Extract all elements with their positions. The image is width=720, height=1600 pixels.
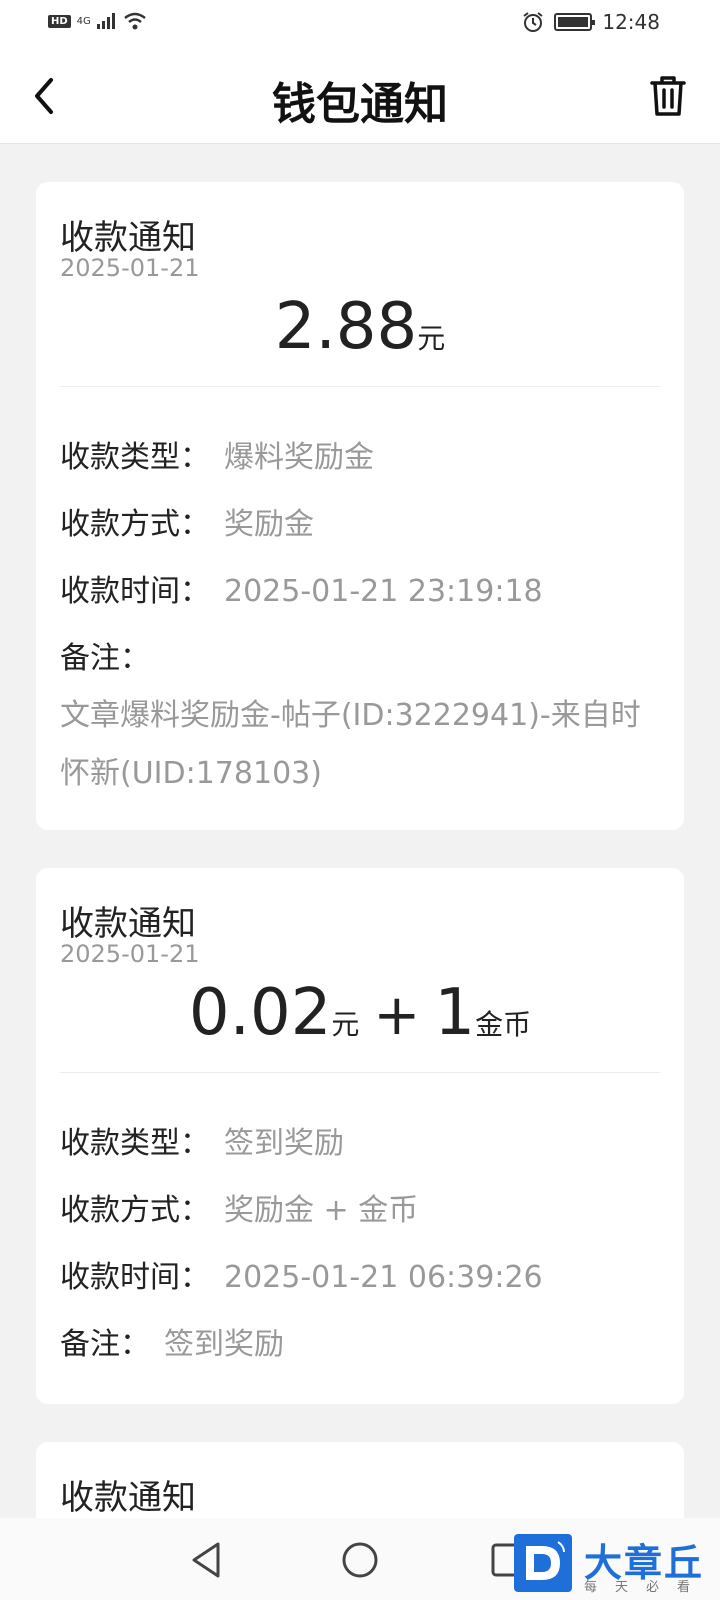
- amount-plus: +: [373, 983, 421, 1048]
- amount-display: 0.02元 +1金币: [36, 976, 684, 1050]
- payment-method-label: 收款方式：: [60, 1193, 210, 1228]
- hd-badge: HD: [48, 14, 71, 28]
- d-logo-icon: [526, 1541, 565, 1580]
- amount-display: 2.88元: [36, 290, 684, 364]
- wifi-icon: [124, 12, 146, 30]
- payment-type-value: 爆料奖励金: [224, 440, 374, 475]
- amount-yuan: 2.88: [274, 290, 418, 364]
- delete-button[interactable]: [642, 70, 694, 122]
- note-label: 备注：: [60, 641, 150, 676]
- payment-type-row: 收款类型： 爆料奖励金: [60, 432, 660, 476]
- note-row: 备注：: [60, 633, 660, 677]
- watermark-sub: 每天必看: [584, 1580, 709, 1595]
- payment-type-value: 签到奖励: [224, 1126, 344, 1161]
- note-value: 文章爆料奖励金-帖子(ID:3222941)-来自时怀新(UID:178103): [60, 698, 641, 791]
- battery-icon: [554, 13, 596, 31]
- amount-yuan: 0.02: [188, 976, 332, 1050]
- notification-card[interactable]: 收款通知 2025-01-21 2.88元 收款类型： 爆料奖励金 收款方式： 奖励…: [36, 182, 684, 830]
- status-bar: HD 4G 12:48: [0, 0, 720, 48]
- signal-icon: [96, 13, 115, 29]
- alarm-icon: [523, 12, 543, 32]
- watermark: 大章丘 每天必看: [514, 1534, 712, 1595]
- payment-method-value: 奖励金 + 金币: [224, 1193, 419, 1228]
- payment-method-row: 收款方式： 奖励金: [60, 499, 660, 543]
- notification-card[interactable]: 收款通知 2025-01-21 0.02元 +1金币 收款类型： 签到奖励 收款方式…: [36, 868, 684, 1404]
- circle-home-icon: [342, 1542, 378, 1578]
- amount-coins: 1: [434, 976, 476, 1050]
- payment-time-value: 2025-01-21 23:19:18: [224, 574, 543, 609]
- watermark-logo: [514, 1534, 572, 1592]
- app-header: 钱包通知: [0, 48, 720, 144]
- notification-title: 收款通知: [60, 1478, 196, 1518]
- divider: [60, 1072, 660, 1073]
- payment-type-label: 收款类型：: [60, 440, 210, 475]
- payment-time-value: 2025-01-21 06:39:26: [224, 1260, 543, 1295]
- nav-back-button[interactable]: [184, 1538, 228, 1582]
- status-left: HD 4G: [48, 12, 147, 30]
- payment-type-row: 收款类型： 签到奖励: [60, 1118, 660, 1162]
- notification-date: 2025-01-21: [60, 254, 200, 282]
- page-title: 钱包通知: [272, 79, 448, 130]
- network-label: 4G: [76, 15, 91, 27]
- status-right: 12:48: [522, 10, 660, 34]
- payment-time-label: 收款时间：: [60, 574, 210, 609]
- notification-date: 2025-01-21: [60, 940, 200, 968]
- payment-type-label: 收款类型：: [60, 1126, 210, 1161]
- payment-time-row: 收款时间： 2025-01-21 06:39:26: [60, 1252, 660, 1296]
- amount-yuan-unit: 元: [331, 1008, 360, 1041]
- note-value: 签到奖励: [164, 1327, 284, 1362]
- amount-coin-unit: 金币: [475, 1008, 532, 1041]
- note-row: 备注： 签到奖励: [60, 1319, 660, 1363]
- nav-home-button[interactable]: [338, 1538, 382, 1582]
- notification-title: 收款通知: [60, 218, 196, 258]
- trash-icon: [650, 76, 686, 116]
- payment-time-row: 收款时间： 2025-01-21 23:19:18: [60, 566, 660, 610]
- payment-method-label: 收款方式：: [60, 507, 210, 542]
- note-label: 备注：: [60, 1327, 150, 1362]
- status-time: 12:48: [602, 10, 660, 34]
- payment-method-value: 奖励金: [224, 507, 314, 542]
- divider: [60, 386, 660, 387]
- amount-yuan-unit: 元: [417, 322, 446, 355]
- notification-title: 收款通知: [60, 904, 196, 944]
- payment-method-row: 收款方式： 奖励金 + 金币: [60, 1185, 660, 1229]
- payment-time-label: 收款时间：: [60, 1260, 210, 1295]
- triangle-back-icon: [192, 1542, 220, 1578]
